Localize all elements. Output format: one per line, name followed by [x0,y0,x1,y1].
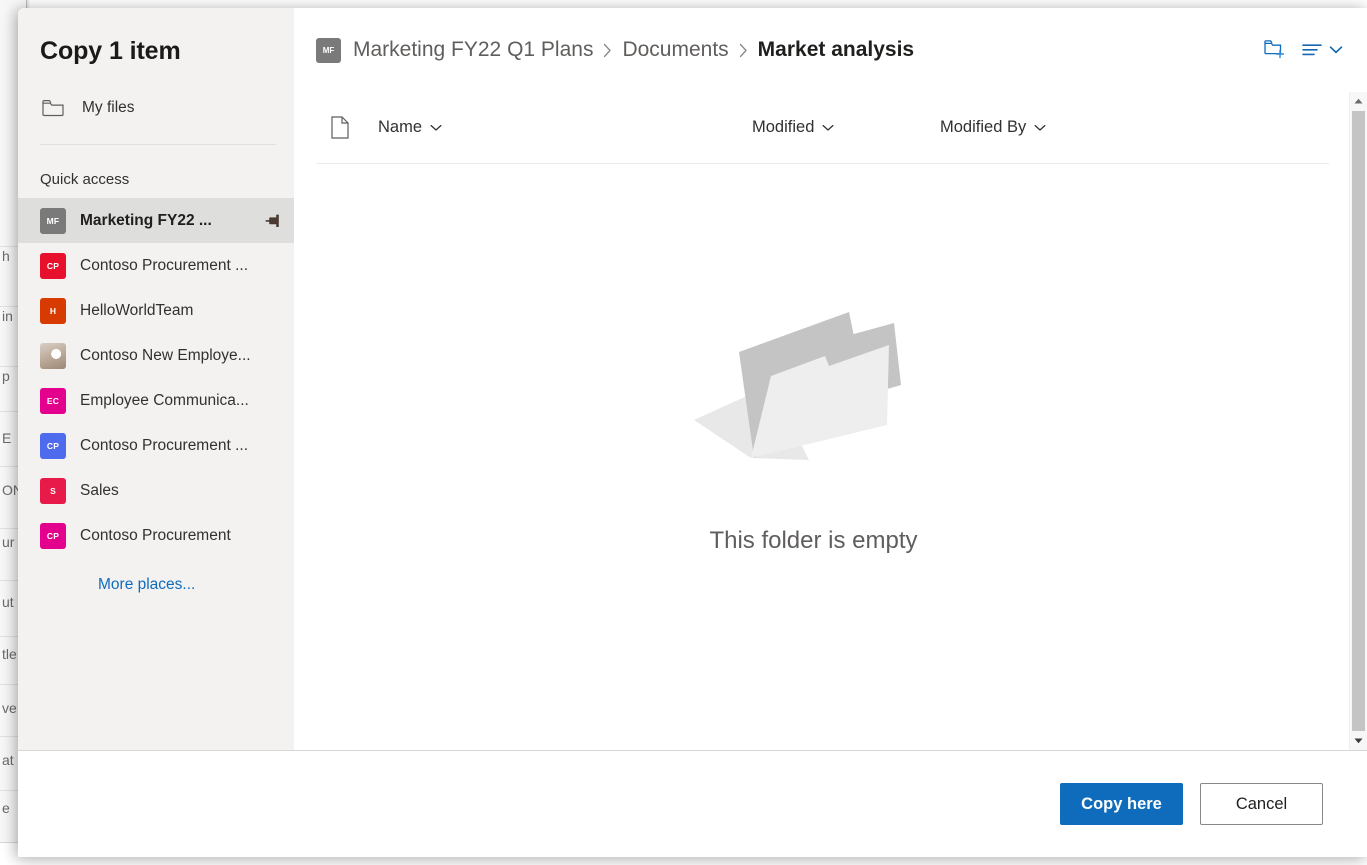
site-avatar: H [40,298,66,324]
cancel-button[interactable]: Cancel [1200,783,1323,825]
sidebar-item-label: Employee Communica... [80,392,249,410]
sidebar-item-quick-access[interactable]: S Sales [18,468,294,513]
breadcrumb-item-documents[interactable]: Documents [622,38,728,62]
copy-item-dialog: Copy 1 item My files Quick access MF Mark… [18,8,1367,857]
quick-access-header: Quick access [18,145,294,198]
more-places-link[interactable]: More places... [18,558,195,594]
site-avatar: S [40,478,66,504]
backdrop-text: tle [2,646,17,662]
site-avatar: CP [40,253,66,279]
backdrop-text: in [2,308,13,324]
sidebar-item-label: Contoso Procurement ... [80,257,248,275]
sidebar: Copy 1 item My files Quick access MF Mark… [18,8,294,750]
chevron-down-icon [822,124,834,132]
sidebar-item-quick-access[interactable]: CP Contoso Procurement ... [18,243,294,288]
scrollbar-thumb[interactable] [1352,111,1365,731]
breadcrumb-separator-icon [603,43,612,58]
breadcrumb-item-site[interactable]: Marketing FY22 Q1 Plans [353,38,593,62]
empty-folder-illustration [689,290,939,465]
list-view-icon [1299,34,1325,66]
breadcrumb-separator-icon [739,43,748,58]
chevron-down-icon [1325,34,1347,66]
main-panel: MF Marketing FY22 Q1 Plans Documents Mar… [294,8,1367,750]
vertical-scrollbar[interactable] [1349,92,1367,750]
pin-icon[interactable] [264,211,284,231]
sidebar-item-label: My files [82,99,135,117]
sidebar-item-quick-access[interactable]: Contoso New Employe... [18,333,294,378]
backdrop-text: E [2,430,11,446]
column-header-modified-by[interactable]: Modified By [940,118,1140,137]
sidebar-item-label: Marketing FY22 ... [80,212,212,230]
sidebar-item-quick-access[interactable]: MF Marketing FY22 ... [18,198,294,243]
column-header-modified[interactable]: Modified [752,118,940,137]
empty-state-message: This folder is empty [709,527,917,555]
backdrop-text: ve [2,700,17,716]
sidebar-item-label: Contoso Procurement ... [80,437,248,455]
view-options-button[interactable] [1297,34,1349,66]
dialog-footer: Copy here Cancel [18,750,1367,857]
sidebar-item-my-files[interactable]: My files [18,86,294,130]
chevron-down-icon[interactable] [1350,732,1367,750]
breadcrumb-site-tile: MF [316,38,341,63]
dialog-title: Copy 1 item [18,8,294,64]
folder-outline-icon [40,95,66,121]
site-avatar: CP [40,523,66,549]
site-avatar [40,343,66,369]
quick-access-list: MF Marketing FY22 ... CP Contoso Procuremen… [18,198,294,558]
dialog-body: Copy 1 item My files Quick access MF Mark… [18,8,1367,750]
file-icon[interactable] [320,116,360,139]
breadcrumb-bar: MF Marketing FY22 Q1 Plans Documents Mar… [294,8,1367,92]
sidebar-item-label: HelloWorldTeam [80,302,193,320]
sidebar-item-quick-access[interactable]: CP Contoso Procurement [18,513,294,558]
new-folder-button[interactable] [1259,34,1291,66]
new-folder-icon [1264,39,1286,62]
column-header-name-label: Name [378,118,422,137]
backdrop-text: ur [2,534,14,550]
chevron-down-icon [430,124,442,132]
site-avatar: CP [40,433,66,459]
column-header-row: Name Modified Modified By [316,92,1329,164]
backdrop-text: h [2,248,10,264]
breadcrumb-item-current: Market analysis [758,38,914,62]
header-actions [1259,34,1349,66]
chevron-down-icon [1034,124,1046,132]
backdrop-text: at [2,752,14,768]
column-header-modified-by-label: Modified By [940,118,1026,137]
empty-state: This folder is empty [294,164,1333,750]
backdrop-text: ut [2,594,14,610]
backdrop-text: p [2,368,10,384]
breadcrumb: MF Marketing FY22 Q1 Plans Documents Mar… [316,38,1259,63]
copy-here-button[interactable]: Copy here [1060,783,1183,825]
column-header-name[interactable]: Name [378,118,752,137]
sidebar-item-label: Contoso Procurement [80,527,231,545]
backdrop-text: e [2,800,10,816]
site-avatar: MF [40,208,66,234]
sidebar-item-label: Contoso New Employe... [80,347,251,365]
chevron-up-icon[interactable] [1350,92,1367,110]
sidebar-item-quick-access[interactable]: H HelloWorldTeam [18,288,294,333]
sidebar-item-label: Sales [80,482,119,500]
sidebar-item-quick-access[interactable]: CP Contoso Procurement ... [18,423,294,468]
sidebar-item-quick-access[interactable]: EC Employee Communica... [18,378,294,423]
site-avatar: EC [40,388,66,414]
column-header-modified-label: Modified [752,118,814,137]
